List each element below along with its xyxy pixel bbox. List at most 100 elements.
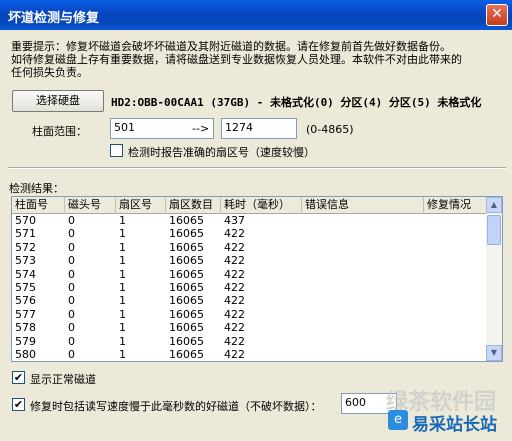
table-cell: 16065 xyxy=(169,227,204,241)
window-title: 坏道检测与修复 xyxy=(8,11,100,26)
table-cell: 570 xyxy=(15,214,36,227)
table-cell: 未检测 xyxy=(68,361,101,362)
table-cell: 581 xyxy=(15,361,36,362)
table-row[interactable]: 571 0 1 16065 422 xyxy=(12,227,488,240)
table-cell: 574 xyxy=(15,267,36,281)
select-disk-button[interactable]: 选择硬盘 xyxy=(12,90,104,112)
table-cell: 未检测 xyxy=(119,361,152,362)
table-row[interactable]: 577 0 1 16065 422 xyxy=(12,308,488,321)
table-cell: 0 xyxy=(68,227,75,241)
table-row[interactable]: 576 0 1 16065 422 xyxy=(12,294,488,307)
results-table[interactable]: 柱面号 磁头号 扇区号 扇区数目 耗时（毫秒） 错误信息 修复情况 570 0 1 16065 43… xyxy=(11,196,503,362)
table-cell: 1 xyxy=(119,321,126,335)
table-cell: 0 xyxy=(68,280,75,294)
vertical-scrollbar[interactable]: ▲ ▼ xyxy=(486,197,502,361)
table-cell: 16065 xyxy=(169,321,204,335)
table-cell: 1 xyxy=(119,240,126,254)
table-row[interactable]: 573 0 1 16065 422 xyxy=(12,254,488,267)
scroll-up-button[interactable]: ▲ xyxy=(486,197,502,213)
table-cell: 422 xyxy=(224,321,245,335)
column-header[interactable]: 扇区数目 xyxy=(166,197,221,214)
table-row[interactable]: 572 0 1 16065 422 xyxy=(12,241,488,254)
table-cell: 577 xyxy=(15,307,36,321)
table-cell: 1 xyxy=(119,214,126,227)
table-cell: 1 xyxy=(119,254,126,268)
table-cell: 576 xyxy=(15,294,36,308)
table-cell: 578 xyxy=(15,321,36,335)
warning-notice: 重要提示：修复坏磁道会破坏坏磁道及其附近磁道的数据。请在修复前首先做好数据备份。… xyxy=(11,40,507,79)
table-cell: 422 xyxy=(224,294,245,308)
table-cell: 422 xyxy=(224,227,245,241)
table-cell: 1 xyxy=(119,267,126,281)
range-arrow: --> xyxy=(192,122,210,135)
close-button[interactable]: ✕ xyxy=(486,4,508,26)
table-cell: 1 xyxy=(119,307,126,321)
table-row[interactable]: 575 0 1 16065 422 xyxy=(12,281,488,294)
table-cell: 580 xyxy=(15,347,36,361)
results-label: 检测结果： xyxy=(9,182,64,195)
table-cell: 422 xyxy=(224,240,245,254)
title-bar: 坏道检测与修复 ✕ xyxy=(0,0,512,30)
table-cell: 0 xyxy=(68,267,75,281)
table-cell: 0 xyxy=(68,254,75,268)
table-cell: 16065 xyxy=(169,334,204,348)
table-cell: 16065 xyxy=(169,347,204,361)
table-cell: 1 xyxy=(119,347,126,361)
table-cell: 422 xyxy=(224,307,245,321)
column-header[interactable]: 耗时（毫秒） xyxy=(221,197,302,214)
show-normal-label: 显示正常磁道 xyxy=(30,373,96,386)
repair-slow-label: 修复时包括读写速度慢于此毫秒数的好磁道（不破坏数据）： xyxy=(30,400,322,413)
repair-slow-checkbox[interactable]: ✔ xyxy=(12,398,25,411)
table-cell: 设备未就绪 xyxy=(305,361,360,362)
table-row[interactable]: 579 0 1 16065 422 xyxy=(12,335,488,348)
table-cell: 16065 xyxy=(169,214,204,227)
table-cell: 571 xyxy=(15,227,36,241)
table-cell: 16065 xyxy=(169,280,204,294)
column-header[interactable]: 柱面号 xyxy=(12,197,65,214)
table-cell: 422 xyxy=(224,334,245,348)
table-row[interactable]: 570 0 1 16065 437 xyxy=(12,214,488,227)
column-header[interactable]: 磁头号 xyxy=(65,197,116,214)
table-cell: 1 xyxy=(119,294,126,308)
table-cell: 573 xyxy=(15,254,36,268)
table-cell: 16065 xyxy=(169,240,204,254)
table-cell: 16065 xyxy=(169,294,204,308)
accurate-sector-checkbox[interactable] xyxy=(110,144,123,157)
show-normal-checkbox[interactable]: ✔ xyxy=(12,371,25,384)
notice-line-3: 任何损失负责。 xyxy=(11,66,88,79)
column-header[interactable]: 错误信息 xyxy=(302,197,424,214)
accurate-sector-label: 检测时报告准确的扇区号（速度较慢） xyxy=(128,146,315,159)
column-header[interactable]: 修复情况 xyxy=(424,197,488,214)
cylinder-range-label: 柱面范围： xyxy=(32,125,87,138)
table-header: 柱面号 磁头号 扇区号 扇区数目 耗时（毫秒） 错误信息 修复情况 xyxy=(12,197,488,214)
column-header[interactable]: 扇区号 xyxy=(116,197,166,214)
watermark-logo-icon: e xyxy=(388,410,408,430)
table-cell: 575 xyxy=(15,280,36,294)
table-cell: 1 xyxy=(119,280,126,294)
table-cell: 422 xyxy=(224,347,245,361)
table-cell: 437 xyxy=(224,214,245,227)
scroll-down-button[interactable]: ▼ xyxy=(486,345,502,361)
table-cell: 422 xyxy=(224,267,245,281)
table-cell: 1 xyxy=(119,334,126,348)
table-cell: 579 xyxy=(15,334,36,348)
table-row[interactable]: 578 0 1 16065 422 xyxy=(12,321,488,334)
table-cell: 572 xyxy=(15,240,36,254)
table-cell: 0 xyxy=(68,347,75,361)
table-cell: 16065 xyxy=(169,307,204,321)
table-cell: 0 xyxy=(68,321,75,335)
notice-line-2: 如待修复磁盘上存有重要数据，请将磁盘送到专业数据恢复人员处理。本软件不对由此带来… xyxy=(11,53,462,66)
cylinder-end-input[interactable]: 1274 xyxy=(221,118,297,139)
watermark-bottom: 易采站长站 xyxy=(412,415,497,435)
disk-info: HD2:OBB-00CAA1 (37GB) - 未格式化(0) 分区(4) 分区… xyxy=(111,96,482,109)
cylinder-total-range: (0-4865) xyxy=(306,123,354,136)
table-cell: 16065 xyxy=(169,267,204,281)
table-cell: 16065 xyxy=(169,254,204,268)
table-body: 570 0 1 16065 437 571 0 1 16065 422 572 0 1 16065 422 5… xyxy=(12,214,488,362)
table-cell: 1 xyxy=(119,227,126,241)
table-row[interactable]: 581 未检测 未检测 设备未就绪 xyxy=(12,361,488,362)
notice-line-1: 重要提示：修复坏磁道会破坏坏磁道及其附近磁道的数据。请在修复前首先做好数据备份。 xyxy=(11,40,451,53)
table-row[interactable]: 574 0 1 16065 422 xyxy=(12,268,488,281)
scroll-thumb[interactable] xyxy=(487,215,501,245)
table-row[interactable]: 580 0 1 16065 422 xyxy=(12,348,488,361)
